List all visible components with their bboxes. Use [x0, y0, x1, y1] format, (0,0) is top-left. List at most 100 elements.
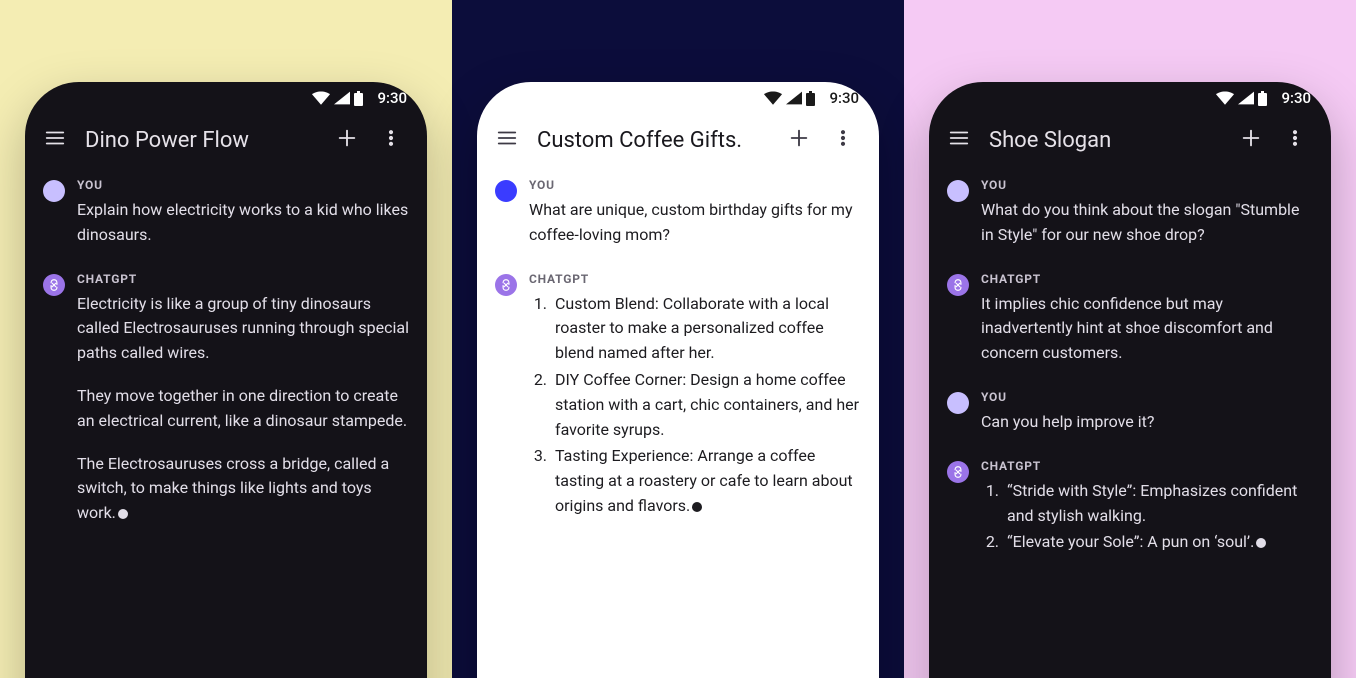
user-message: YOUCan you help improve it? [947, 390, 1313, 435]
message-paragraph: Electricity is like a group of tiny dino… [77, 292, 409, 366]
user-avatar [495, 180, 517, 202]
more-vertical-icon [381, 128, 401, 152]
conversation-scroll[interactable]: YOU What are unique, custom birthday gift… [477, 166, 879, 521]
message-body: YOU What do you think about the slogan "S… [981, 178, 1313, 248]
message-body: YOUCan you help improve it? [981, 390, 1313, 435]
more-vertical-icon [833, 128, 853, 152]
assistant-message: CHATGPT It implies chic confidence but ma… [947, 272, 1313, 366]
phone-screen: 9:30 Shoe Slogan YOU What do you think abou… [929, 82, 1331, 678]
message-paragraph: Can you help improve it? [981, 410, 1313, 435]
phone-screen: 9:30 Custom Coffee Gifts. YOU What are uniq… [477, 82, 879, 678]
menu-button[interactable] [487, 120, 527, 160]
message-body: YOU Explain how electricity works to a ki… [77, 178, 409, 248]
hamburger-icon [44, 127, 66, 153]
overflow-menu-button[interactable] [371, 120, 411, 160]
assistant-message: CHATGPT Electricity is like a group of ti… [43, 272, 409, 526]
plus-icon [788, 127, 810, 153]
message-paragraph: They move together in one direction to c… [77, 384, 409, 434]
role-label: YOU [529, 178, 861, 192]
message-ordered-list: “Stride with Style”: Emphasizes confiden… [981, 479, 1313, 555]
typing-cursor-icon [1256, 538, 1266, 548]
wifi-icon [312, 91, 330, 105]
user-message: YOU What are unique, custom birthday gift… [495, 178, 861, 248]
message-text: Custom Blend: Collaborate with a local r… [529, 292, 861, 519]
status-bar: 9:30 [25, 82, 427, 114]
app-bar: Custom Coffee Gifts. [477, 114, 879, 166]
overflow-menu-button[interactable] [823, 120, 863, 160]
app-bar: Shoe Slogan [929, 114, 1331, 166]
conversation-title: Dino Power Flow [79, 128, 323, 153]
menu-button[interactable] [35, 120, 75, 160]
new-chat-button[interactable] [1231, 120, 1271, 160]
list-item: Custom Blend: Collaborate with a local r… [551, 292, 861, 366]
backdrop-panel: 9:30 Shoe Slogan YOU What do you think abou… [904, 0, 1356, 678]
role-label: YOU [981, 178, 1313, 192]
role-label: CHATGPT [529, 272, 861, 286]
user-message: YOU Explain how electricity works to a ki… [43, 178, 409, 248]
wifi-icon [764, 91, 782, 105]
assistant-message: CHATGPT “Stride with Style”: Emphasizes c… [947, 459, 1313, 557]
message-text: What do you think about the slogan "Stum… [981, 198, 1313, 248]
message-paragraph: It implies chic confidence but may inadv… [981, 292, 1313, 366]
new-chat-button[interactable] [779, 120, 819, 160]
cellular-icon [334, 91, 350, 105]
wifi-icon [1216, 91, 1234, 105]
more-vertical-icon [1285, 128, 1305, 152]
message-body: CHATGPT “Stride with Style”: Emphasizes c… [981, 459, 1313, 557]
user-message: YOU What do you think about the slogan "S… [947, 178, 1313, 248]
user-avatar [947, 180, 969, 202]
app-bar: Dino Power Flow [25, 114, 427, 166]
role-label: CHATGPT [981, 459, 1313, 473]
new-chat-button[interactable] [327, 120, 367, 160]
message-paragraph: What are unique, custom birthday gifts f… [529, 198, 861, 248]
message-text: “Stride with Style”: Emphasizes confiden… [981, 479, 1313, 555]
role-label: YOU [77, 178, 409, 192]
plus-icon [1240, 127, 1262, 153]
message-paragraph: What do you think about the slogan "Stum… [981, 198, 1313, 248]
conversation-scroll[interactable]: YOU What do you think about the slogan "S… [929, 166, 1331, 557]
phone-screen: 9:30 Dino Power Flow YOU Explain how electr… [25, 82, 427, 678]
role-label: CHATGPT [77, 272, 409, 286]
conversation-scroll[interactable]: YOU Explain how electricity works to a ki… [25, 166, 427, 526]
battery-icon [806, 91, 815, 106]
typing-cursor-icon [692, 502, 702, 512]
assistant-avatar [495, 274, 517, 296]
role-label: CHATGPT [981, 272, 1313, 286]
clock-text: 9:30 [377, 89, 407, 107]
backdrop-panel: 9:30 Custom Coffee Gifts. YOU What are uniq… [452, 0, 904, 678]
cellular-icon [786, 91, 802, 105]
user-avatar [947, 392, 969, 414]
backdrop-panel: 9:30 Dino Power Flow YOU Explain how electr… [0, 0, 452, 678]
plus-icon [336, 127, 358, 153]
message-body: YOU What are unique, custom birthday gift… [529, 178, 861, 248]
conversation-title: Shoe Slogan [983, 128, 1227, 153]
message-text: Electricity is like a group of tiny dino… [77, 292, 409, 526]
message-body: CHATGPT Electricity is like a group of ti… [77, 272, 409, 526]
cellular-icon [1238, 91, 1254, 105]
list-item: Tasting Experience: Arrange a coffee tas… [551, 444, 861, 518]
message-text: It implies chic confidence but may inadv… [981, 292, 1313, 366]
message-body: CHATGPT It implies chic confidence but ma… [981, 272, 1313, 366]
battery-icon [354, 91, 363, 106]
conversation-title: Custom Coffee Gifts. [531, 128, 775, 153]
hamburger-icon [948, 127, 970, 153]
menu-button[interactable] [939, 120, 979, 160]
clock-text: 9:30 [829, 89, 859, 107]
user-avatar [43, 180, 65, 202]
assistant-avatar [947, 461, 969, 483]
typing-cursor-icon [118, 509, 128, 519]
list-item: DIY Coffee Corner: Design a home coffee … [551, 368, 861, 442]
overflow-menu-button[interactable] [1275, 120, 1315, 160]
assistant-avatar [947, 274, 969, 296]
assistant-avatar [43, 274, 65, 296]
status-bar: 9:30 [477, 82, 879, 114]
message-text: Explain how electricity works to a kid w… [77, 198, 409, 248]
message-text: What are unique, custom birthday gifts f… [529, 198, 861, 248]
battery-icon [1258, 91, 1267, 106]
clock-text: 9:30 [1281, 89, 1311, 107]
message-paragraph: The Electrosauruses cross a bridge, call… [77, 452, 409, 526]
assistant-message: CHATGPT Custom Blend: Collaborate with a … [495, 272, 861, 521]
list-item: “Elevate your Sole”: A pun on ‘soul’. [1003, 530, 1313, 555]
hamburger-icon [496, 127, 518, 153]
message-body: CHATGPT Custom Blend: Collaborate with a … [529, 272, 861, 521]
